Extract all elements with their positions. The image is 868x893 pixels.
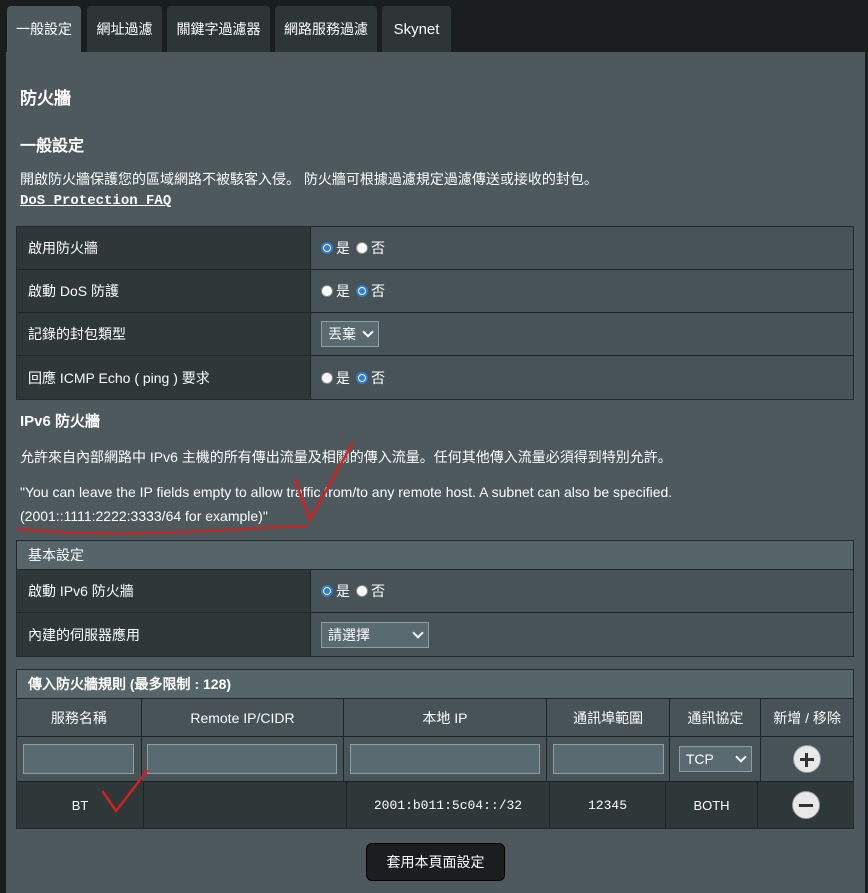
row-label: 內建的伺服器應用 (17, 613, 311, 656)
general-settings-table: 啟用防火牆 是 否 啟動 DoS 防護 是 否 記錄的封包類型 丟棄 回應 IC… (16, 226, 854, 400)
column-header: 通訊協定 (670, 699, 762, 737)
no-radio[interactable] (356, 242, 368, 254)
log-packet-type-row: 記錄的封包類型 丟棄 (17, 313, 853, 356)
select-value: 請選擇 (328, 626, 370, 643)
yes-label: 是 (336, 369, 350, 386)
no-radio[interactable] (356, 285, 368, 297)
no-radio[interactable] (356, 585, 368, 597)
ipv6-note-line2: (2001::1111:2222:3333/64 for example)" (20, 508, 268, 524)
basic-settings-header: 基本設定 (17, 541, 853, 570)
minus-icon (798, 804, 813, 807)
add-rule-button[interactable] (793, 745, 822, 773)
no-label: 否 (371, 283, 385, 299)
select-value: 丟棄 (328, 326, 356, 342)
apply-settings-button[interactable]: 套用本頁面設定 (366, 843, 505, 881)
ipv6-heading: IPv6 防火牆 (20, 413, 101, 430)
column-header: 本地 IP (344, 699, 547, 737)
column-header: 服務名稱 (17, 699, 142, 737)
service-cell: BT (17, 782, 144, 828)
ipv6-description: 允許來自內部網路中 IPv6 主機的所有傳出流量及相關的傳入流量。任何其他傳入流… (20, 449, 672, 465)
dos-faq-link[interactable]: DoS Protection FAQ (20, 193, 171, 209)
local-ip-input[interactable] (349, 744, 540, 774)
protocol-select[interactable]: TCP (678, 746, 752, 772)
inbound-rules-table: 傳入防火牆規則 (最多限制 : 128) 服務名稱 Remote IP/CIDR… (16, 669, 854, 829)
no-radio[interactable] (356, 371, 368, 384)
no-label: 否 (371, 369, 385, 386)
ipv6-note-line1: "You can leave the IP fields empty to al… (20, 484, 673, 500)
tab-label: Skynet (393, 20, 440, 38)
no-label: 否 (371, 583, 385, 599)
ipv6-firewall-enable-row: 啟動 IPv6 防火牆 是 否 (17, 570, 853, 613)
row-label: 啟動 DoS 防護 (17, 270, 311, 312)
rules-column-headers: 服務名稱 Remote IP/CIDR 本地 IP 通訊埠範圍 通訊協定 新增 … (17, 699, 853, 737)
remove-rule-button[interactable] (791, 791, 820, 819)
chevron-down-icon (735, 751, 747, 763)
tab-label: 網路服務過濾 (284, 21, 368, 37)
chevron-down-icon (362, 326, 374, 338)
remote-ip-input[interactable] (147, 744, 338, 774)
column-header: 通訊埠範圍 (546, 699, 671, 737)
yes-label: 是 (336, 283, 350, 299)
row-label: 回應 ICMP Echo ( ping ) 要求 (17, 356, 311, 399)
tab-label: 網址過濾 (96, 21, 153, 37)
no-label: 否 (371, 240, 385, 256)
log-packet-select[interactable]: 丟棄 (321, 321, 379, 347)
port-cell: 12345 (550, 782, 666, 828)
tab-bar: 一般設定 網址過濾 關鍵字過濾器 網路服務過濾 Skynet (0, 0, 868, 52)
builtin-server-row: 內建的伺服器應用 請選擇 (17, 613, 853, 656)
basic-settings-table: 基本設定 啟動 IPv6 防火牆 是 否 內建的伺服器應用 請選擇 (16, 540, 854, 657)
column-header: Remote IP/CIDR (141, 699, 345, 737)
column-header: 新增 / 移除 (761, 699, 853, 737)
row-label: 記錄的封包類型 (17, 313, 311, 355)
yes-label: 是 (336, 240, 350, 256)
tab-label: 一般設定 (16, 21, 72, 37)
yes-radio[interactable] (321, 242, 333, 254)
table-row: BT 2001:b011:5c04::/32 12345 BOTH (17, 782, 853, 828)
page-title: 防火牆 (20, 89, 71, 108)
tab-skynet[interactable]: Skynet (382, 6, 451, 52)
protocol-cell: BOTH (666, 782, 758, 828)
icmp-echo-row: 回應 ICMP Echo ( ping ) 要求 是 否 (17, 356, 853, 399)
tab-url-filter[interactable]: 網址過濾 (87, 6, 162, 52)
rules-header: 傳入防火牆規則 (最多限制 : 128) (17, 670, 853, 699)
firewall-enable-row: 啟用防火牆 是 否 (17, 227, 853, 270)
page-description: 開啟防火牆保護您的區域網路不被駭客入侵。 防火牆可根據過濾規定過濾傳送或接收的封… (20, 171, 598, 187)
yes-radio[interactable] (321, 371, 333, 384)
tab-service-filter[interactable]: 網路服務過濾 (275, 6, 377, 52)
yes-radio[interactable] (321, 585, 333, 597)
service-name-input[interactable] (23, 744, 135, 774)
select-value: TCP (685, 751, 714, 767)
port-range-input[interactable] (552, 744, 664, 774)
row-label: 啟用防火牆 (17, 227, 311, 269)
yes-radio[interactable] (321, 285, 333, 297)
tab-general[interactable]: 一般設定 (7, 6, 81, 52)
tab-keyword-filter[interactable]: 關鍵字過濾器 (167, 6, 270, 52)
server-app-select[interactable]: 請選擇 (321, 621, 429, 648)
rule-input-row: TCP (17, 737, 853, 782)
row-label: 啟動 IPv6 防火牆 (17, 570, 311, 612)
general-heading: 一般設定 (20, 138, 85, 155)
dos-protection-row: 啟動 DoS 防護 是 否 (17, 270, 853, 313)
remote-cell (144, 782, 347, 828)
main-panel: 防火牆 一般設定 開啟防火牆保護您的區域網路不被駭客入侵。 防火牆可根據過濾規定… (6, 52, 865, 893)
local-ip-cell: 2001:b011:5c04::/32 (347, 782, 550, 828)
chevron-down-icon (412, 626, 424, 639)
tab-label: 關鍵字過濾器 (176, 21, 261, 37)
yes-label: 是 (336, 583, 350, 599)
